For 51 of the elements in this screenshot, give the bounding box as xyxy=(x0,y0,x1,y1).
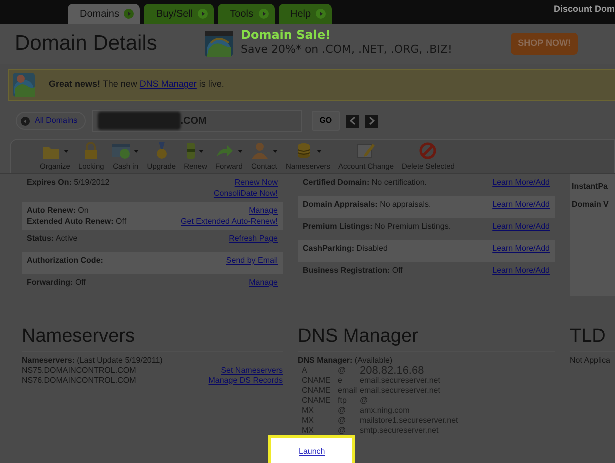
back-icon xyxy=(21,116,30,126)
detail-link[interactable]: Refresh Page xyxy=(229,233,278,244)
nameserver-link[interactable]: Set Nameservers xyxy=(221,366,283,376)
next-button[interactable] xyxy=(365,114,378,128)
page-title: Domain Details xyxy=(15,31,158,57)
detail-text: Auto Renew: On xyxy=(27,205,90,216)
renew-icon xyxy=(187,142,196,160)
detail-link[interactable]: Manage xyxy=(249,205,278,216)
section-title: DNS Manager xyxy=(298,326,555,352)
forward-icon xyxy=(216,142,234,160)
detail-link[interactable]: Send by Email xyxy=(226,255,278,266)
shop-now-button[interactable]: SHOP NOW! xyxy=(511,33,578,55)
person-icon xyxy=(250,142,269,160)
nav-tab[interactable]: Domains xyxy=(68,4,140,24)
nameserver-link[interactable]: Manage DS Records xyxy=(208,376,283,386)
record-host: @ xyxy=(338,416,348,426)
notice-text: Great news! The new DNS Manager is live. xyxy=(49,78,224,92)
detail-link[interactable]: ConsoliDate Now! xyxy=(214,188,278,199)
detail-text: Domain Appraisals: No appraisals. xyxy=(303,199,432,210)
account-text: Discount Dom xyxy=(554,3,615,16)
detail-link[interactable]: Manage xyxy=(249,277,278,288)
section-title: TLD xyxy=(570,326,615,352)
launch-link[interactable]: Launch xyxy=(299,447,326,456)
edit-icon xyxy=(357,142,376,160)
detail-link[interactable]: Learn More/Add xyxy=(492,177,550,188)
detail-link[interactable]: Learn More/Add xyxy=(492,221,550,232)
detail-link[interactable]: Get Extended Auto-Renew! xyxy=(181,216,278,227)
cash-icon xyxy=(112,142,130,160)
go-button[interactable]: GO xyxy=(312,111,340,131)
detail-link[interactable]: Renew Now xyxy=(234,177,278,188)
detail-link[interactable]: Learn More/Add xyxy=(492,265,550,276)
promo-headline: Domain Sale! xyxy=(241,29,332,42)
nav-tab[interactable]: Help xyxy=(278,4,332,24)
detail-link[interactable]: Learn More/Add xyxy=(492,199,550,210)
detail-text: CashParking: Disabled xyxy=(303,243,388,254)
detail-link[interactable]: Learn More/Add xyxy=(492,243,550,254)
delete-icon xyxy=(419,142,438,160)
record-host: @ xyxy=(338,426,348,436)
dns-manager-link[interactable]: DNS Manager xyxy=(140,79,197,90)
nav-tab[interactable]: Tools xyxy=(218,4,275,24)
section-title: Nameservers xyxy=(22,326,283,352)
record-value: @ xyxy=(360,396,370,406)
detail-text: Extended Auto Renew: Off xyxy=(27,216,127,227)
all-domains-button[interactable]: All Domains xyxy=(16,112,86,130)
nav-tab[interactable]: Buy/Sell xyxy=(144,4,214,24)
detail-text: InstantPa xyxy=(572,181,608,192)
record-host: @ xyxy=(338,406,348,416)
detail-text: Domain V xyxy=(572,199,609,210)
detail-text: Authorization Code: xyxy=(27,255,104,266)
previous-button[interactable] xyxy=(346,114,360,128)
record-host: @ xyxy=(338,366,348,376)
